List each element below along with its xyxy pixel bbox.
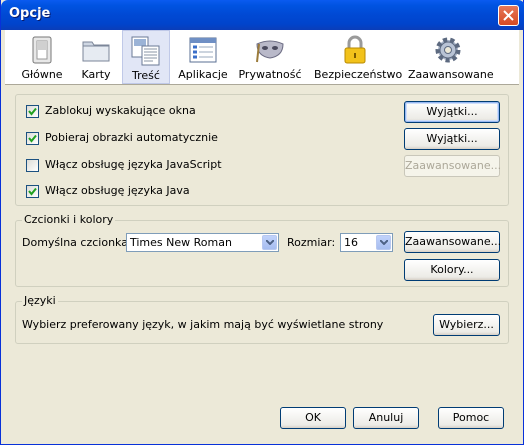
dropdown-arrow[interactable] (262, 235, 277, 250)
tabs-folder-icon (82, 41, 110, 62)
advanced-gear-icon (435, 37, 461, 63)
languages-group: Języki Wybierz preferowany język, w jaki… (15, 294, 509, 344)
block-popups-checkbox[interactable] (26, 105, 39, 118)
popup-exceptions-button[interactable]: Wyjątki... (404, 101, 500, 123)
default-font-label: Domyślna czcionka: (22, 236, 132, 249)
font-size-value: 16 (344, 236, 358, 249)
content-icon (131, 36, 160, 66)
pane-advanced[interactable]: Zaawansowane (408, 30, 494, 84)
block-popups-label[interactable]: Zablokuj wyskakujące okna (45, 104, 196, 117)
languages-description: Wybierz preferowany język, w jakim mają … (22, 318, 384, 331)
fonts-colors-group: Czcionki i kolory Domyślna czcionka: Tim… (15, 213, 509, 287)
help-button[interactable]: Pomoc (438, 407, 504, 429)
pane-label: Aplikacje (178, 68, 228, 81)
font-size-label: Rozmiar: (287, 236, 336, 249)
fonts-advanced-button[interactable]: Zaawansowane... (404, 231, 501, 253)
enable-java-label[interactable]: Włącz obsługę języka Java (45, 184, 190, 197)
pane-label: Prywatność (238, 68, 302, 81)
enable-java-checkbox[interactable] (26, 185, 39, 198)
pane-security[interactable]: Bezpieczeństwo (314, 30, 403, 84)
chevron-down-icon (380, 240, 388, 245)
pane-label: Karty (81, 68, 111, 81)
close-icon (503, 10, 514, 21)
pane-privacy[interactable]: Prywatność (238, 30, 302, 84)
ok-button[interactable]: OK (280, 407, 346, 429)
default-font-select[interactable]: Times New Roman (126, 233, 279, 252)
close-button[interactable] (498, 5, 519, 26)
checkmark-icon (28, 134, 37, 143)
privacy-mask-icon (256, 40, 284, 63)
languages-group-title: Języki (22, 294, 58, 307)
pane-label: Główne (21, 68, 63, 81)
options-window: Opcje Główne Karty Treść Aplikacje Prywa… (0, 0, 524, 445)
switch-icon (32, 36, 52, 64)
pane-main[interactable]: Główne (17, 30, 67, 84)
security-padlock-icon (344, 35, 366, 64)
pane-tabs[interactable]: Karty (72, 30, 120, 84)
load-images-checkbox[interactable] (26, 132, 39, 145)
content-group: Zablokuj wyskakujące okna Wyjątki... Pob… (15, 94, 509, 206)
title-bar[interactable]: Opcje (1, 0, 524, 30)
pane-toolbar: Główne Karty Treść Aplikacje Prywatność … (5, 30, 519, 85)
chevron-down-icon (266, 240, 274, 245)
colors-button[interactable]: Kolory... (404, 259, 500, 281)
dropdown-arrow[interactable] (376, 235, 391, 250)
enable-javascript-checkbox[interactable] (26, 159, 39, 172)
checkmark-icon (28, 107, 37, 116)
image-exceptions-button[interactable]: Wyjątki... (404, 128, 500, 150)
checkmark-icon (28, 187, 37, 196)
cancel-button[interactable]: Anuluj (353, 407, 419, 429)
pane-label: Bezpieczeństwo (314, 68, 403, 81)
pane-content[interactable]: Treść (122, 30, 170, 84)
load-images-label[interactable]: Pobieraj obrazki automatycznie (45, 131, 218, 144)
default-font-value: Times New Roman (130, 236, 232, 249)
choose-language-button[interactable]: Wybierz... (433, 314, 500, 336)
pane-label: Treść (132, 69, 160, 82)
enable-javascript-label[interactable]: Włącz obsługę języka JavaScript (45, 158, 222, 171)
javascript-advanced-button[interactable]: Zaawansowane... (404, 155, 501, 177)
font-size-select[interactable]: 16 (340, 233, 393, 252)
applications-icon (189, 37, 217, 63)
pane-applications[interactable]: Aplikacje (177, 30, 229, 84)
window-title: Opcje (9, 6, 51, 21)
fonts-group-title: Czcionki i kolory (22, 213, 116, 226)
pane-label: Zaawansowane (408, 68, 494, 81)
